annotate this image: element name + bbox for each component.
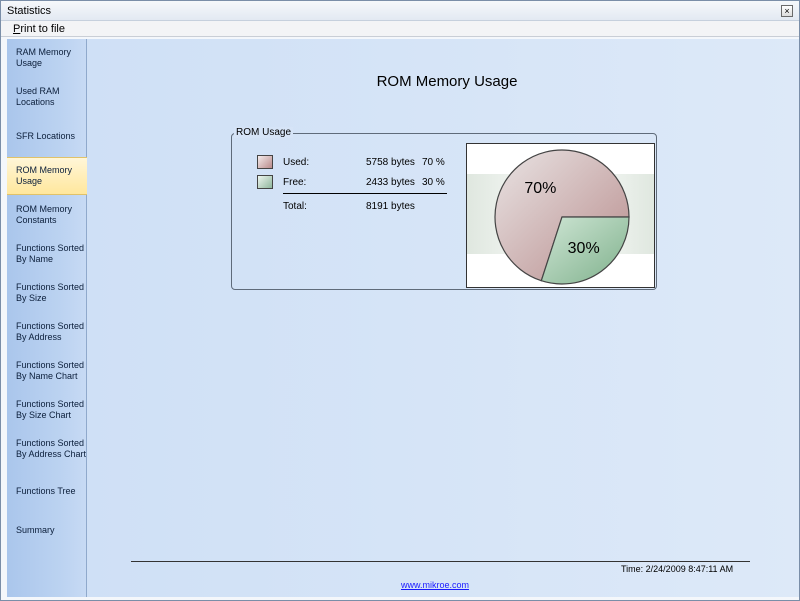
total-bytes: 8191 bytes <box>366 201 415 212</box>
sidebar-item-label: Functions Sorted By Name Chart <box>16 360 85 381</box>
sidebar-item-label: Functions Sorted By Address <box>16 321 85 342</box>
print-menu-label: rint to file <box>20 23 65 35</box>
sidebar-item-functions-tree[interactable]: Functions Tree <box>7 472 87 510</box>
sidebar-item-label: Used RAM Locations <box>16 86 60 107</box>
sidebar-item-rom-memory-usage[interactable]: ROM Memory Usage <box>7 157 87 195</box>
print-to-file-menu[interactable]: Print to file <box>13 23 65 35</box>
used-color-swatch <box>257 155 273 169</box>
report-timestamp: Time: 2/24/2009 8:47:11 AM <box>621 564 734 574</box>
sidebar-item-label: Functions Sorted By Address Chart <box>16 438 87 459</box>
sidebar-item-sfr-locations[interactable]: SFR Locations <box>7 117 87 155</box>
rom-usage-pie-chart: 70% 30% <box>467 149 654 285</box>
content-pane: ROM Memory Usage ROM Usage Used: 5758 by… <box>87 39 799 597</box>
statistics-window: Statistics × Print to file RAM Memory Us… <box>0 0 800 601</box>
footer-divider <box>131 561 750 562</box>
sidebar-item-label: Functions Sorted By Size Chart <box>16 399 85 420</box>
sidebar-item-functions-by-address[interactable]: Functions Sorted By Address <box>7 313 87 351</box>
sidebar-item-summary[interactable]: Summary <box>7 511 87 549</box>
free-bytes: 2433 bytes <box>366 177 415 188</box>
used-percent: 70 % <box>422 157 445 168</box>
sidebar-item-label: Functions Sorted By Size <box>16 282 85 303</box>
sidebar-item-label: Functions Sorted By Name <box>16 243 85 264</box>
sidebar-item-label: RAM Memory Usage <box>16 47 72 68</box>
used-label: Used: <box>283 157 310 168</box>
sidebar-item-rom-memory-constants[interactable]: ROM Memory Constants <box>7 196 87 234</box>
sidebar-item-functions-by-address-chart[interactable]: Functions Sorted By Address Chart <box>7 430 87 468</box>
total-label: Total: <box>283 201 307 212</box>
total-separator <box>283 193 447 194</box>
pie-chart-box: 70% 30% <box>466 143 655 288</box>
free-label: Free: <box>283 177 307 188</box>
sidebar-item-label: SFR Locations <box>16 130 76 141</box>
sidebar-item-ram-memory-usage[interactable]: RAM Memory Usage <box>7 39 87 77</box>
sidebar-item-label: Functions Tree <box>16 485 76 496</box>
sidebar-item-used-ram-locations[interactable]: Used RAM Locations <box>7 78 87 116</box>
sidebar: RAM Memory Usage Used RAM Locations SFR … <box>7 39 87 597</box>
sidebar-item-label: ROM Memory Usage <box>16 165 72 186</box>
sidebar-item-label: Summary <box>16 524 55 535</box>
pie-label-free: 30% <box>568 240 600 257</box>
pie-label-used: 70% <box>524 180 556 197</box>
used-bytes: 5758 bytes <box>366 157 415 168</box>
free-percent: 30 % <box>422 177 445 188</box>
mikroe-link[interactable]: www.mikroe.com <box>87 580 783 590</box>
sidebar-item-functions-by-size[interactable]: Functions Sorted By Size <box>7 274 87 312</box>
menu-bar: Print to file <box>1 21 799 37</box>
close-icon[interactable]: × <box>781 5 793 17</box>
rom-usage-group: ROM Usage Used: 5758 bytes 70 % Free: 24… <box>231 127 657 290</box>
sidebar-item-functions-by-name-chart[interactable]: Functions Sorted By Name Chart <box>7 352 87 390</box>
group-title: ROM Usage <box>234 127 294 138</box>
free-color-swatch <box>257 175 273 189</box>
page-title: ROM Memory Usage <box>376 73 518 90</box>
sidebar-item-functions-by-size-chart[interactable]: Functions Sorted By Size Chart <box>7 391 87 429</box>
title-bar: Statistics × <box>1 1 799 21</box>
window-title: Statistics <box>7 5 52 17</box>
sidebar-item-label: ROM Memory Constants <box>16 204 72 225</box>
sidebar-item-functions-by-name[interactable]: Functions Sorted By Name <box>7 235 87 273</box>
